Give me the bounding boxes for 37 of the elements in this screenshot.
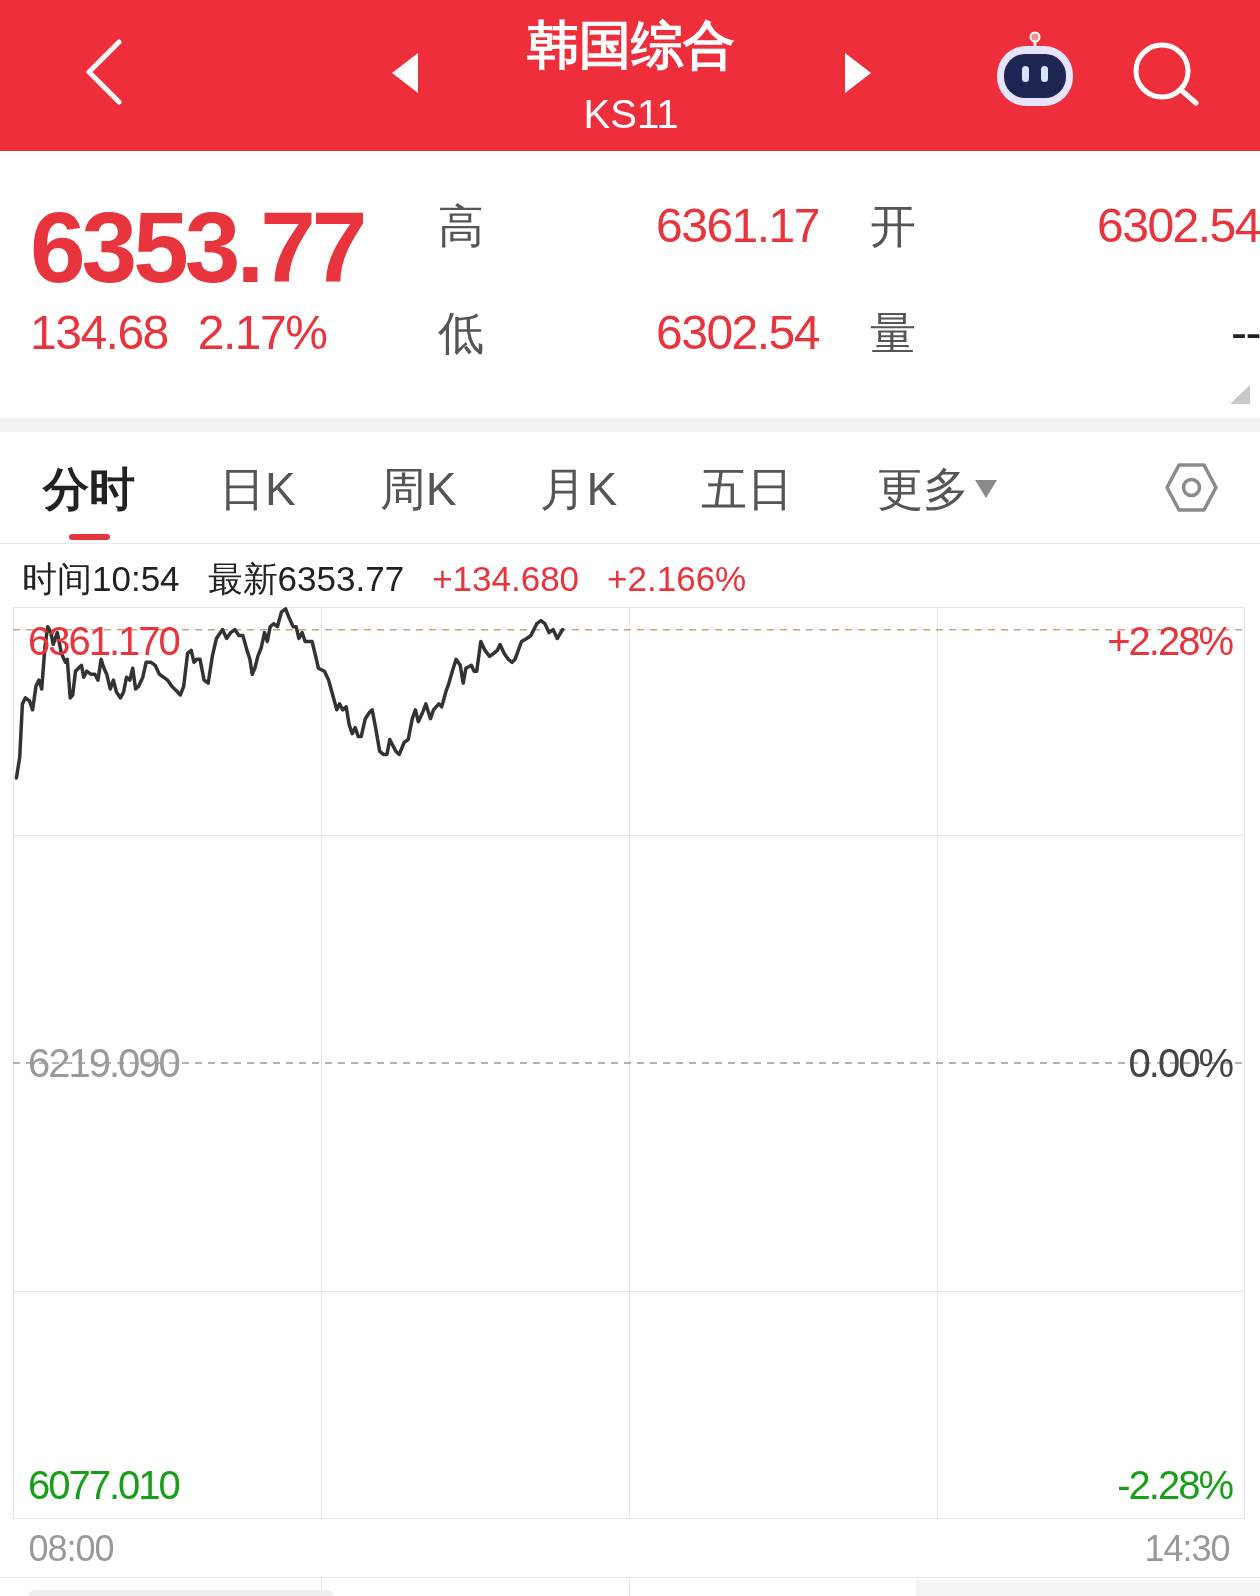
percent-change: 2.17% [197,309,327,357]
tab[interactable]: 分时 [43,432,135,543]
index-code: KS11 [583,92,679,136]
stat-value: -- [1231,307,1260,358]
percent-label: 0.00% [1128,1041,1232,1085]
percent-label: -2.28% [1117,1463,1232,1507]
stat-value: 6302.54 [656,307,819,358]
tab[interactable]: 日K [219,432,296,543]
stat-label: 量 [870,307,916,358]
tab[interactable]: 五日 [701,432,794,543]
crosshair-readout: 时间10:54 [22,558,180,599]
axis-label: 6219.090 [28,1041,179,1085]
caret-left-icon[interactable] [392,52,418,93]
tab[interactable]: 更多 [877,432,998,543]
crosshair-readout: +2.166% [607,558,747,599]
caret-down-icon [975,480,998,498]
last-price: 6353.77 [30,197,364,297]
time-label: 14:30 [1144,1527,1230,1569]
time-label: 08:00 [28,1527,114,1569]
robot-icon[interactable] [995,31,1075,108]
back-icon[interactable] [85,38,123,105]
price-change: 134.68 [30,309,168,357]
axis-label: 6077.010 [28,1463,179,1507]
crosshair-readout: 最新6353.77 [207,558,405,599]
index-name: 韩国综合 [527,15,735,75]
percent-label: +2.28% [1107,619,1232,663]
caret-right-icon[interactable] [845,52,871,93]
stat-label: 低 [438,307,484,358]
crosshair-readout: +134.680 [432,558,580,599]
stat-label: 高 [438,200,484,251]
stat-value: 6302.54 [1097,200,1260,251]
tab[interactable]: 月K [540,432,618,543]
settings-icon[interactable] [1165,463,1218,512]
stat-label: 开 [870,200,916,251]
tab[interactable]: 周K [379,432,457,543]
stat-value: 6361.17 [656,200,819,251]
search-icon[interactable] [1132,41,1200,106]
